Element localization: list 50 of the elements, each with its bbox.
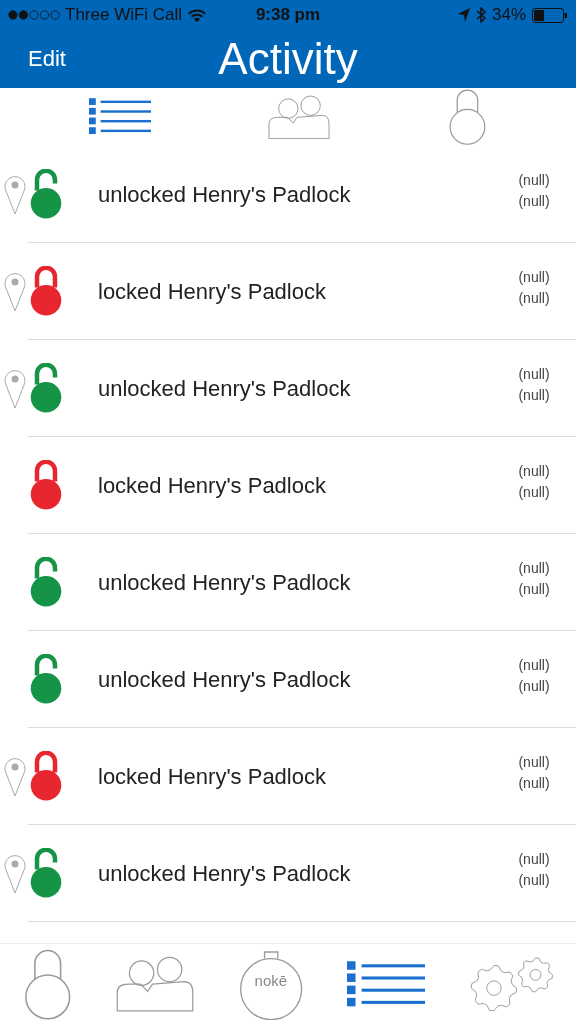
- activity-text: locked Henry's Padlock: [98, 763, 327, 790]
- tab-bar-item[interactable]: [347, 960, 426, 1008]
- people-icon: [116, 955, 195, 1013]
- people-icon: [267, 94, 330, 140]
- map-pin-icon[interactable]: [4, 368, 26, 409]
- activity-text: unlocked Henry's Padlock: [98, 860, 352, 887]
- map-pin-icon[interactable]: [4, 756, 26, 797]
- activity-text: unlocked Henry's Padlock: [98, 666, 352, 693]
- carrier-name: Three WiFi Call: [65, 5, 183, 25]
- activity-text: unlocked Henry's Padlock: [98, 181, 352, 208]
- detail-text: (null): [518, 752, 550, 772]
- battery-percentage: 34%: [491, 5, 526, 25]
- tab-bar-item[interactable]: [116, 955, 195, 1013]
- detail-text: (null): [518, 170, 550, 190]
- map-pin-icon[interactable]: [4, 271, 26, 312]
- location-arrow-icon: [457, 8, 470, 22]
- list-icon: [347, 960, 426, 1008]
- screen-title: Activity: [218, 34, 358, 84]
- map-pin-icon[interactable]: [4, 174, 26, 215]
- detail-text: (null): [518, 676, 550, 696]
- clock-time: 9:38 pm: [255, 5, 321, 25]
- segment-tab[interactable]: [265, 92, 332, 142]
- wifi-icon: [187, 7, 208, 23]
- detail-text: (null): [518, 773, 550, 793]
- detail-text: (null): [518, 288, 550, 308]
- activity-text: locked Henry's Padlock: [98, 472, 327, 499]
- detail-text: (null): [518, 364, 550, 384]
- padlock-icon: [446, 88, 488, 146]
- activity-text: unlocked Henry's Padlock: [98, 375, 352, 402]
- activity-text: locked Henry's Padlock: [98, 278, 327, 305]
- detail-text: (null): [518, 558, 550, 578]
- signal-icon: [8, 10, 60, 20]
- detail-text: (null): [518, 267, 550, 287]
- edit-button[interactable]: Edit: [28, 46, 66, 72]
- tab-bar-item[interactable]: [468, 955, 555, 1013]
- tab-bar-item[interactable]: nokē: [237, 947, 304, 1021]
- detail-text: (null): [518, 579, 550, 599]
- bluetooth-icon: [475, 7, 486, 23]
- detail-text: (null): [518, 482, 550, 502]
- gears-icon: [468, 955, 555, 1013]
- detail-text: (null): [518, 385, 550, 405]
- detail-text: (null): [518, 870, 550, 890]
- detail-text: (null): [518, 655, 550, 675]
- battery-icon: [532, 7, 568, 23]
- activity-text: unlocked Henry's Padlock: [98, 569, 352, 596]
- list-icon: [88, 98, 151, 136]
- detail-text: (null): [518, 849, 550, 869]
- detail-text: (null): [518, 461, 550, 481]
- map-pin-icon[interactable]: [4, 853, 26, 894]
- detail-text: (null): [518, 191, 550, 211]
